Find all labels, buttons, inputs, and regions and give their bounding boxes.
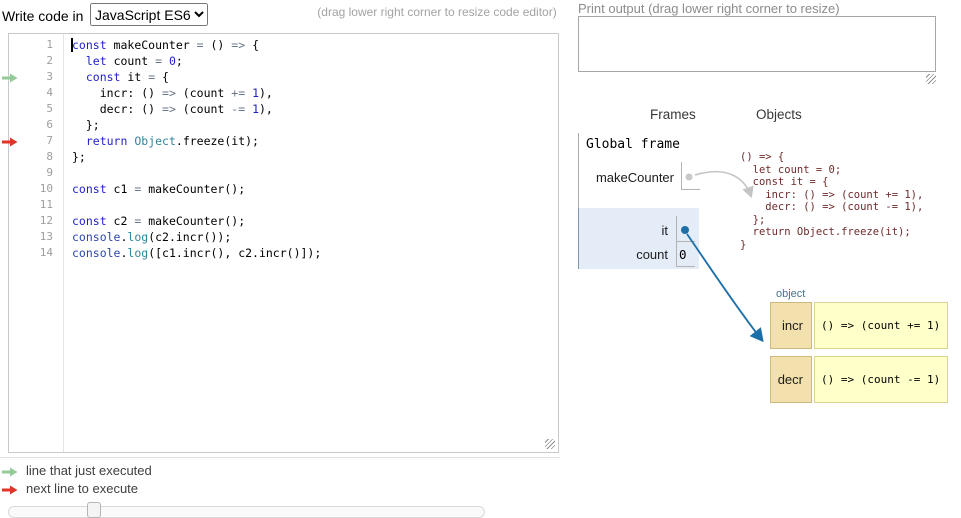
frames-header: Frames bbox=[650, 107, 696, 122]
code-editor[interactable]: 1234567891011121314 const makeCounter = … bbox=[8, 33, 559, 453]
code-line: }; bbox=[72, 149, 558, 165]
object-type-label: object bbox=[776, 288, 805, 300]
gutter-line-number: 11 bbox=[9, 197, 63, 213]
it-value-cell bbox=[676, 216, 695, 242]
object-value-cell: () => (count -= 1) bbox=[814, 356, 948, 403]
count-value-cell bbox=[676, 242, 695, 267]
language-select[interactable]: JavaScript ES6 bbox=[90, 3, 208, 26]
gutter-line-number: 9 bbox=[9, 165, 63, 181]
legend-divider bbox=[0, 457, 560, 458]
var-makecounter: makeCounter bbox=[576, 170, 674, 185]
code-line: const makeCounter = () => { bbox=[72, 37, 558, 53]
write-code-in-label: Write code in bbox=[2, 8, 83, 24]
gutter-line-number: 4 bbox=[9, 85, 63, 101]
code-line: incr: () => (count += 1), bbox=[72, 85, 558, 101]
makecounter-value-cell bbox=[681, 162, 700, 190]
object-entry-row: incr() => (count += 1) bbox=[770, 302, 948, 349]
gutter-line-number: 13 bbox=[9, 229, 63, 245]
output-resize-grip[interactable] bbox=[926, 74, 936, 84]
code-line bbox=[72, 165, 558, 181]
code-line: let count = 0; bbox=[72, 53, 558, 69]
just-executed-arrow bbox=[2, 70, 18, 80]
gutter-line-number: 1 bbox=[9, 37, 63, 53]
execution-slider-handle[interactable] bbox=[87, 502, 101, 518]
code-line: decr: () => (count -= 1), bbox=[72, 101, 558, 117]
red-arrow-icon bbox=[2, 483, 18, 498]
editor-gutter: 1234567891011121314 bbox=[9, 34, 64, 452]
editor-code[interactable]: const makeCounter = () => { let count = … bbox=[65, 34, 558, 452]
function-object-code: () => { let count = 0; const it = { incr… bbox=[740, 151, 923, 251]
gutter-line-number: 14 bbox=[9, 245, 63, 261]
editor-resize-hint: (drag lower right corner to resize code … bbox=[316, 5, 558, 19]
object-table: incr() => (count += 1)decr() => (count -… bbox=[770, 302, 948, 410]
code-line: const c2 = makeCounter(); bbox=[72, 213, 558, 229]
var-it: it bbox=[590, 223, 668, 238]
gutter-line-number: 5 bbox=[9, 101, 63, 117]
code-line: const it = { bbox=[72, 69, 558, 85]
text-cursor bbox=[71, 38, 73, 52]
next-line-arrow bbox=[2, 134, 18, 144]
execution-slider-track[interactable] bbox=[8, 506, 485, 518]
legend-just-executed-label: line that just executed bbox=[26, 463, 152, 478]
code-line: console.log(c2.incr()); bbox=[72, 229, 558, 245]
code-line: return Object.freeze(it); bbox=[72, 133, 558, 149]
code-line: const c1 = makeCounter(); bbox=[72, 181, 558, 197]
global-frame-title: Global frame bbox=[586, 137, 680, 152]
green-arrow-icon bbox=[2, 465, 18, 480]
object-key-cell: incr bbox=[770, 302, 812, 349]
print-output-label: Print output (drag lower right corner to… bbox=[578, 1, 840, 16]
code-line: console.log([c1.incr(), c2.incr()]); bbox=[72, 245, 558, 261]
gutter-line-number: 6 bbox=[9, 117, 63, 133]
object-value-cell: () => (count += 1) bbox=[814, 302, 948, 349]
code-line: }; bbox=[72, 117, 558, 133]
python-tutor-page: Write code in JavaScript ES6 (drag lower… bbox=[0, 0, 961, 518]
code-line bbox=[72, 197, 558, 213]
gutter-line-number: 12 bbox=[9, 213, 63, 229]
objects-header: Objects bbox=[756, 107, 802, 122]
print-output-textarea[interactable] bbox=[578, 16, 936, 72]
gutter-line-number: 8 bbox=[9, 149, 63, 165]
gutter-line-number: 2 bbox=[9, 53, 63, 69]
object-key-cell: decr bbox=[770, 356, 812, 403]
legend-next-line: next line to execute bbox=[2, 481, 138, 496]
var-count: count bbox=[590, 247, 668, 262]
legend-next-line-label: next line to execute bbox=[26, 481, 138, 496]
editor-resize-grip[interactable] bbox=[545, 439, 555, 449]
object-entry-row: decr() => (count -= 1) bbox=[770, 356, 948, 403]
legend-just-executed: line that just executed bbox=[2, 463, 152, 478]
gutter-line-number: 10 bbox=[9, 181, 63, 197]
